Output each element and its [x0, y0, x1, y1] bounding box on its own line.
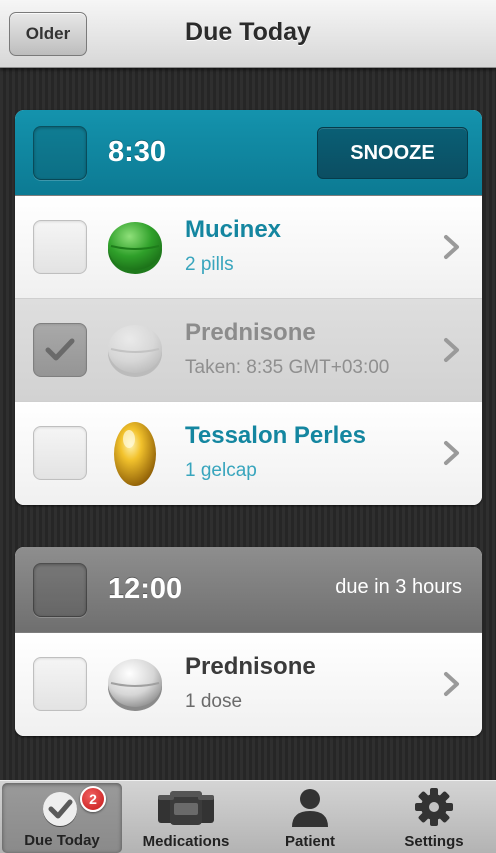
group-checkbox[interactable]: [33, 563, 87, 617]
medication-dose: 1 gelcap: [185, 460, 257, 481]
medication-dose: 1 dose: [185, 691, 243, 712]
page-title: Due Today: [185, 18, 311, 46]
chevron-right-icon: [444, 235, 459, 259]
group-time: 8:30: [108, 136, 167, 168]
checkmark-icon: [45, 338, 75, 361]
medication-row-prednisone-taken[interactable]: Prednisone Taken: 8:35 GMT+03:00: [15, 299, 482, 402]
green-tablet-icon: [108, 222, 162, 274]
checkmark-circle-icon: [43, 792, 77, 827]
person-icon: [292, 789, 328, 827]
medication-row-prednisone[interactable]: Prednisone 1 dose: [15, 633, 482, 736]
taken-time: Taken: 8:35 GMT+03:00: [185, 357, 390, 378]
group-checkbox[interactable]: [33, 126, 87, 180]
gold-gelcap-icon: [114, 422, 156, 486]
medication-name: Prednisone: [185, 653, 316, 680]
tab-label: Medications: [142, 833, 230, 850]
medication-name: Prednisone: [185, 319, 316, 346]
gear-icon: [415, 788, 453, 826]
tab-label: Patient: [284, 833, 335, 850]
pill-bottles-icon: [158, 791, 214, 825]
tab-label: Due Today: [24, 832, 100, 849]
group-time: 12:00: [108, 573, 183, 605]
tab-medications[interactable]: Medications: [124, 781, 248, 853]
tab-label: Settings: [404, 833, 464, 850]
dose-checkbox[interactable]: [33, 426, 87, 480]
medication-row-tessalon[interactable]: Tessalon Perles 1 gelcap: [15, 402, 482, 505]
dose-group-1200: 12:00 due in 3 hours Prednisone 1 dose: [15, 547, 482, 736]
tab-settings[interactable]: Settings: [372, 781, 496, 853]
chevron-right-icon: [444, 338, 459, 362]
group-header-active: 8:30 SNOOZE: [15, 110, 482, 196]
snooze-button[interactable]: SNOOZE: [317, 127, 468, 179]
medication-name: Tessalon Perles: [185, 422, 366, 449]
medication-row-mucinex[interactable]: Mucinex 2 pills: [15, 196, 482, 299]
medication-name: Mucinex: [185, 216, 282, 243]
chevron-right-icon: [444, 672, 459, 696]
tab-patient[interactable]: Patient: [248, 781, 372, 853]
white-tablet-icon: [108, 659, 162, 711]
group-header-upcoming: 12:00 due in 3 hours: [15, 547, 482, 633]
tab-bar: 2 Due Today Medications Patient Settings: [0, 780, 496, 853]
dose-group-0830: 8:30 SNOOZE Mucinex 2 pills Prednisone T…: [15, 110, 482, 505]
chevron-right-icon: [444, 441, 459, 465]
tab-due-today[interactable]: 2 Due Today: [2, 783, 122, 853]
due-count-badge: 2: [80, 786, 106, 812]
due-status: due in 3 hours: [335, 576, 462, 598]
schedule-list[interactable]: 8:30 SNOOZE Mucinex 2 pills Prednisone T…: [0, 68, 496, 780]
navigation-bar: Older Due Today: [0, 0, 496, 68]
medication-dose: 2 pills: [185, 254, 234, 275]
dose-checkbox[interactable]: [33, 657, 87, 711]
dose-checkbox[interactable]: [33, 220, 87, 274]
white-tablet-icon: [108, 325, 162, 377]
dose-checkbox-checked[interactable]: [33, 323, 87, 377]
